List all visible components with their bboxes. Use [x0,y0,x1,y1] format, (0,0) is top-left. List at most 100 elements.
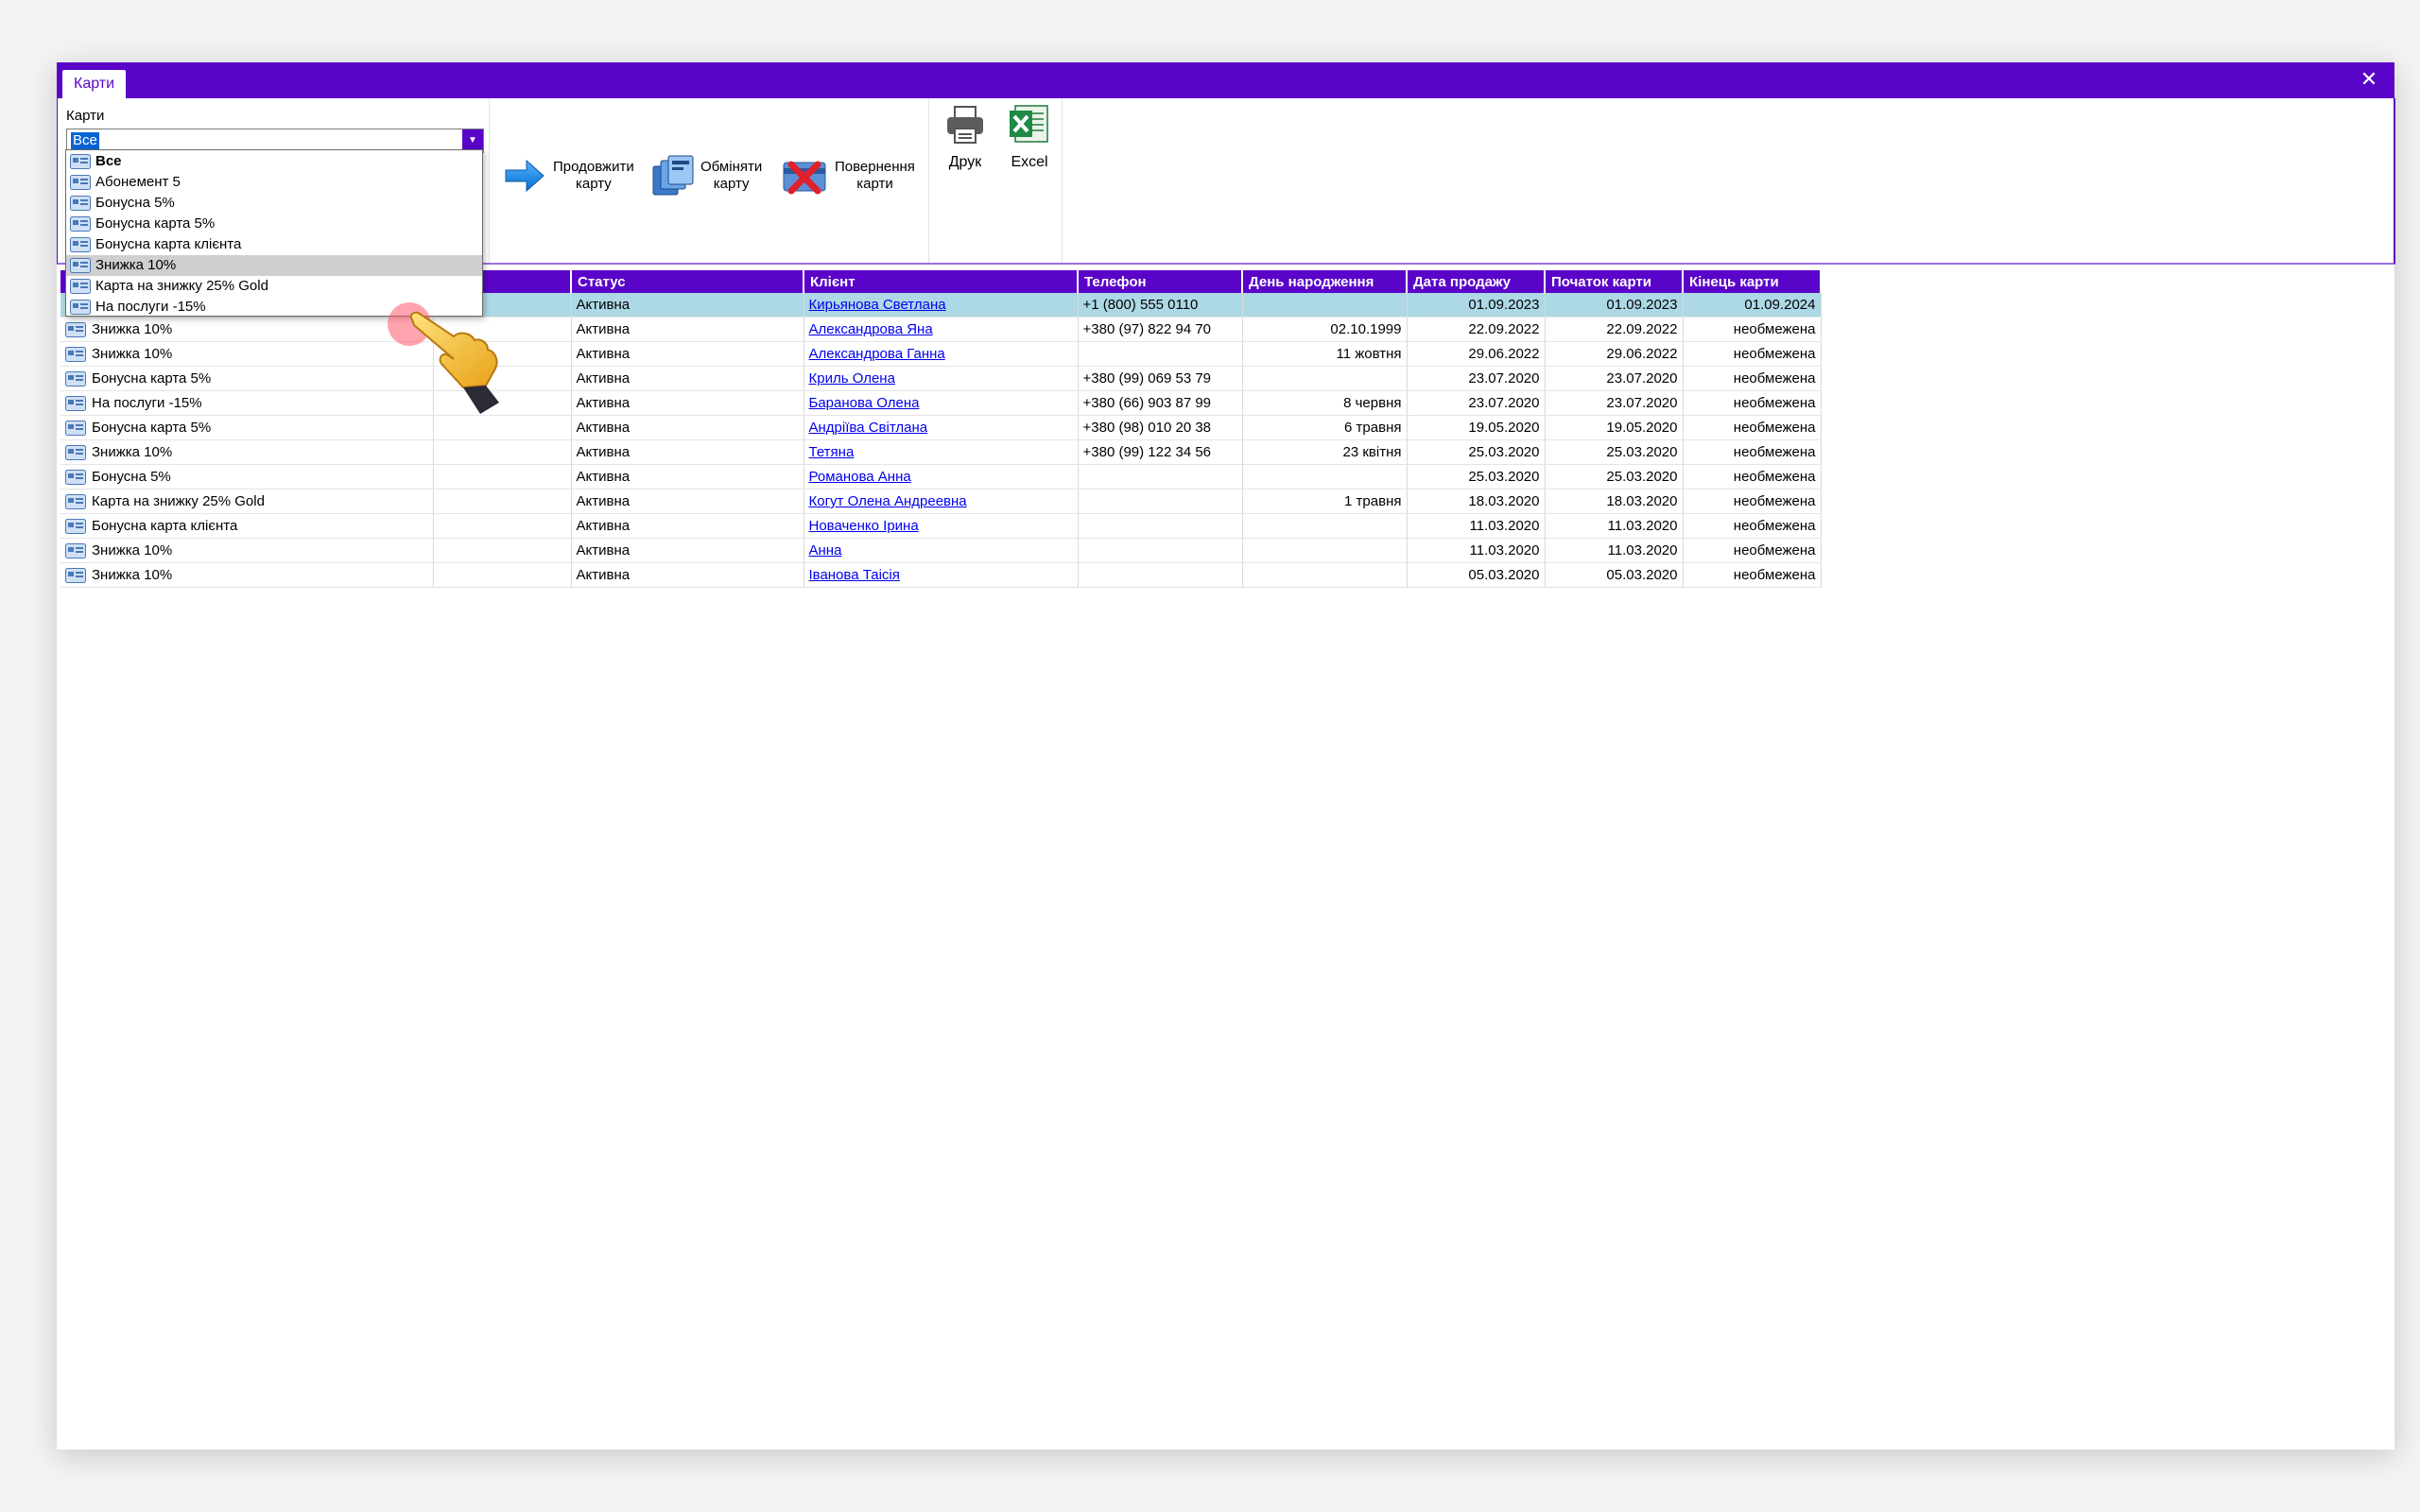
card-icon [65,347,86,363]
client-link[interactable]: Александрова Яна [809,321,933,337]
table-row[interactable]: Знижка 10% Активна Тетяна +380 (99) 122 34 … [60,439,1822,465]
table-row[interactable]: Бонусна 5% Активна Романова Анна 25.03.2020… [60,464,1822,490]
cell-card-type: На послуги -15% [60,390,434,416]
table-row[interactable]: Знижка 10% Активна Іванова Таісія 05.03.202… [60,562,1822,588]
cell-phone [1078,489,1243,514]
dropdown-option[interactable]: Все [66,151,482,172]
client-link[interactable]: Баранова Олена [809,395,920,411]
cell-phone [1078,562,1243,588]
table-row[interactable]: Знижка 10% Активна Александрова Ганна 11 жо… [60,341,1822,367]
card-icon [70,175,91,190]
cell-start-date: 23.07.2020 [1545,366,1684,391]
cell-birthday: 23 квітня [1242,439,1408,465]
cell-status: Активна [571,390,804,416]
cell-client: Романова Анна [804,464,1079,490]
toolbar-separator [928,98,929,263]
arrow-right-icon [505,159,544,193]
dropdown-option[interactable]: Абонемент 5 [66,172,482,193]
client-link[interactable]: Кирьянова Светлана [809,297,946,313]
table-row[interactable]: На послуги -15% Активна Баранова Олена +380… [60,390,1822,416]
column-header-client[interactable]: Клієнт [804,270,1079,293]
excel-button[interactable]: Excel [1003,102,1056,171]
card-icon [65,421,86,437]
column-header-sale-date[interactable]: Дата продажу [1407,270,1546,293]
cell-status: Активна [571,317,804,342]
exchange-card-label-1: Обміняти [700,159,763,175]
cell-phone: +380 (99) 122 34 56 [1078,439,1243,465]
cell-status: Активна [571,513,804,539]
dropdown-option[interactable]: Бонусна 5% [66,193,482,214]
client-link[interactable]: Криль Олена [809,370,895,387]
cell-start-date: 11.03.2020 [1545,538,1684,563]
extend-card-button[interactable]: Продовжити карту [504,157,634,195]
table-row[interactable]: Бонусна карта 5% Активна Андріїва Світлана… [60,415,1822,440]
client-link[interactable]: Александрова Ганна [809,346,945,362]
card-type-text: Карта на знижку 25% Gold [92,492,265,509]
table-row[interactable]: Знижка 10% Активна Анна 11.03.2020 11.03.202… [60,538,1822,563]
card-icon [65,396,86,412]
card-icon [70,279,91,294]
return-card-button[interactable]: Повернення карти [782,157,915,195]
cell-number [433,439,572,465]
client-link[interactable]: Новаченко Ірина [809,518,919,534]
cell-phone [1078,341,1243,367]
table-row[interactable]: Знижка 10% Активна Александрова Яна +380 (9… [60,317,1822,342]
cell-sale-date: 25.03.2020 [1407,439,1546,465]
table-row[interactable]: Бонусна карта клієнта Активна Новаченко Ір… [60,513,1822,539]
cell-status: Активна [571,293,804,318]
cell-number [433,538,572,563]
dropdown-option[interactable]: Бонусна карта клієнта [66,234,482,255]
card-icon [65,322,86,338]
table-row[interactable]: Карта на знижку 25% Gold Активна Когут Оле… [60,489,1822,514]
cell-status: Активна [571,538,804,563]
card-icon [65,543,86,559]
exchange-card-button[interactable]: Обміняти карту [651,155,762,197]
card-icon [70,258,91,273]
cell-card-type: Карта на знижку 25% Gold [60,489,434,514]
client-link[interactable]: Когут Олена Андреевна [809,493,967,509]
cell-card-type: Знижка 10% [60,439,434,465]
cell-start-date: 19.05.2020 [1545,415,1684,440]
client-link[interactable]: Андріїва Світлана [809,420,928,436]
cell-sale-date: 29.06.2022 [1407,341,1546,367]
cell-sale-date: 19.05.2020 [1407,415,1546,440]
dropdown-option[interactable]: Бонусна карта 5% [66,214,482,234]
cell-phone [1078,464,1243,490]
card-type-text: Знижка 10% [92,345,173,362]
dropdown-option-label: Все [95,153,122,169]
cell-start-date: 25.03.2020 [1545,464,1684,490]
print-button[interactable]: Друк [942,104,989,171]
column-header-end[interactable]: Кінець карти [1683,270,1822,293]
card-icon [65,568,86,584]
card-icon [70,196,91,211]
title-bar: Карти ✕ [57,62,2394,98]
cell-phone: +380 (97) 822 94 70 [1078,317,1243,342]
cell-end-date: необмежена [1683,390,1822,416]
tab-cards[interactable]: Карти [62,70,127,98]
column-header-start[interactable]: Початок карти [1545,270,1684,293]
cell-end-date: 01.09.2024 [1683,293,1822,318]
dropdown-option[interactable]: Карта на знижку 25% Gold [66,276,482,297]
dropdown-option-label: Абонемент 5 [95,174,181,190]
client-link[interactable]: Романова Анна [809,469,911,485]
cell-client: Анна [804,538,1079,563]
cell-card-type: Бонусна 5% [60,464,434,490]
dropdown-option[interactable]: Знижка 10% [66,255,482,276]
column-header-birthday[interactable]: День народження [1242,270,1408,293]
cell-card-type: Знижка 10% [60,317,434,342]
cell-client: Кирьянова Светлана [804,293,1079,318]
cell-status: Активна [571,341,804,367]
column-header-phone[interactable]: Телефон [1078,270,1243,293]
client-link[interactable]: Іванова Таісія [809,567,900,583]
cell-sale-date: 11.03.2020 [1407,513,1546,539]
card-icon [65,445,86,461]
close-button[interactable]: ✕ [2357,66,2381,93]
cell-sale-date: 23.07.2020 [1407,366,1546,391]
client-link[interactable]: Тетяна [809,444,855,460]
cell-phone [1078,513,1243,539]
column-header-status[interactable]: Статус [571,270,804,293]
card-type-dropdown-list: Все Абонемент 5 Бонусна 5% Бонусна карта 5%… [65,149,483,317]
cell-start-date: 05.03.2020 [1545,562,1684,588]
table-row[interactable]: Бонусна карта 5% Активна Криль Олена +380 (… [60,366,1822,391]
client-link[interactable]: Анна [809,542,842,558]
